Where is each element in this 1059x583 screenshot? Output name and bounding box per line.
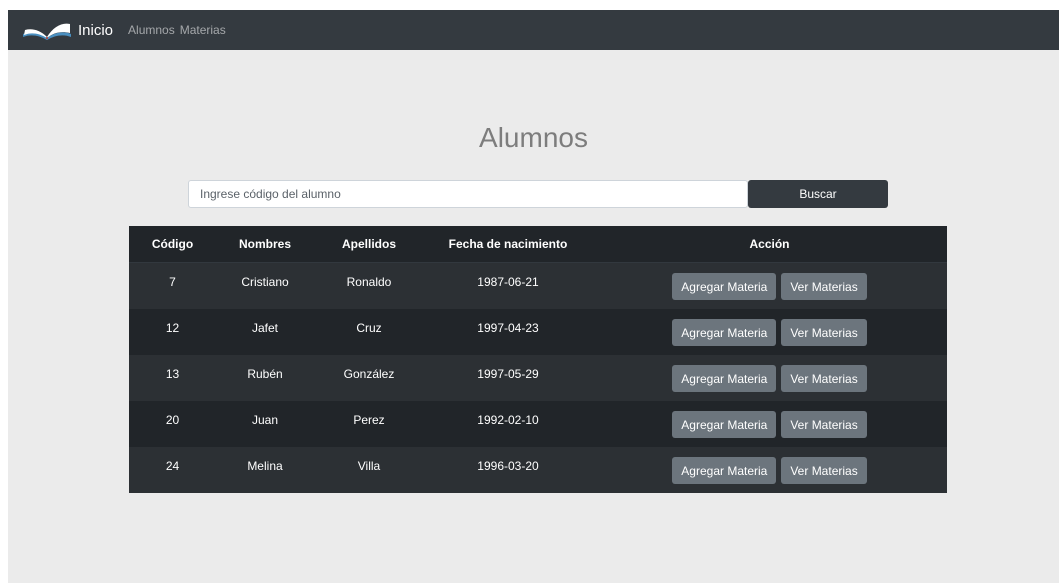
cell-nombres: Melina xyxy=(216,447,314,493)
table-row: 13 Rubén González 1997-05-29 Agregar Mat… xyxy=(129,355,947,401)
add-subject-button[interactable]: Agregar Materia xyxy=(672,457,777,484)
cell-actions: Agregar Materia Ver Materias xyxy=(592,401,947,447)
navbar-brand[interactable]: Inicio xyxy=(22,19,113,41)
add-subject-button[interactable]: Agregar Materia xyxy=(672,273,777,300)
cell-apellidos: Cruz xyxy=(314,309,424,355)
cell-fecha: 1997-05-29 xyxy=(424,355,592,401)
cell-codigo: 20 xyxy=(129,401,216,447)
view-subjects-button[interactable]: Ver Materias xyxy=(781,319,867,346)
view-subjects-button[interactable]: Ver Materias xyxy=(781,457,867,484)
header-apellidos: Apellidos xyxy=(314,226,424,263)
view-subjects-button[interactable]: Ver Materias xyxy=(781,273,867,300)
cell-actions: Agregar Materia Ver Materias xyxy=(592,309,947,355)
table-row: 20 Juan Perez 1992-02-10 Agregar Materia… xyxy=(129,401,947,447)
table-row: 7 Cristiano Ronaldo 1987-06-21 Agregar M… xyxy=(129,262,947,309)
table-header-row: Código Nombres Apellidos Fecha de nacimi… xyxy=(129,226,947,263)
header-fecha: Fecha de nacimiento xyxy=(424,226,592,263)
header-codigo: Código xyxy=(129,226,216,263)
view-subjects-button[interactable]: Ver Materias xyxy=(781,411,867,438)
cell-codigo: 12 xyxy=(129,309,216,355)
cell-codigo: 7 xyxy=(129,262,216,309)
cell-apellidos: Ronaldo xyxy=(314,262,424,309)
cell-actions: Agregar Materia Ver Materias xyxy=(592,355,947,401)
brand-label: Inicio xyxy=(78,21,114,39)
header-accion: Acción xyxy=(592,226,947,263)
cell-actions: Agregar Materia Ver Materias xyxy=(592,447,947,493)
nav-link-materias[interactable]: Materias xyxy=(180,23,226,37)
page-title: Alumnos xyxy=(479,122,588,153)
table-row: 12 Jafet Cruz 1997-04-23 Agregar Materia… xyxy=(129,309,947,355)
students-table: Código Nombres Apellidos Fecha de nacimi… xyxy=(129,226,947,493)
search-input[interactable] xyxy=(188,180,748,208)
cell-nombres: Juan xyxy=(216,401,314,447)
search-button[interactable]: Buscar xyxy=(748,180,888,208)
header-nombres: Nombres xyxy=(216,226,314,263)
cell-nombres: Rubén xyxy=(216,355,314,401)
add-subject-button[interactable]: Agregar Materia xyxy=(672,365,777,392)
cell-codigo: 13 xyxy=(129,355,216,401)
cell-apellidos: Villa xyxy=(314,447,424,493)
add-subject-button[interactable]: Agregar Materia xyxy=(672,319,777,346)
open-book-icon xyxy=(22,19,72,41)
cell-apellidos: González xyxy=(314,355,424,401)
table-row: 24 Melina Villa 1996-03-20 Agregar Mater… xyxy=(129,447,947,493)
cell-actions: Agregar Materia Ver Materias xyxy=(592,262,947,309)
cell-codigo: 24 xyxy=(129,447,216,493)
cell-fecha: 1997-04-23 xyxy=(424,309,592,355)
cell-apellidos: Perez xyxy=(314,401,424,447)
nav-link-alumnos[interactable]: Alumnos xyxy=(128,23,175,37)
app-frame: Inicio Alumnos Materias Alumnos Buscar C… xyxy=(8,10,1059,583)
cell-fecha: 1992-02-10 xyxy=(424,401,592,447)
add-subject-button[interactable]: Agregar Materia xyxy=(672,411,777,438)
navbar: Inicio Alumnos Materias xyxy=(8,10,1059,50)
cell-fecha: 1996-03-20 xyxy=(424,447,592,493)
cell-nombres: Cristiano xyxy=(216,262,314,309)
cell-fecha: 1987-06-21 xyxy=(424,262,592,309)
view-subjects-button[interactable]: Ver Materias xyxy=(781,365,867,392)
cell-nombres: Jafet xyxy=(216,309,314,355)
